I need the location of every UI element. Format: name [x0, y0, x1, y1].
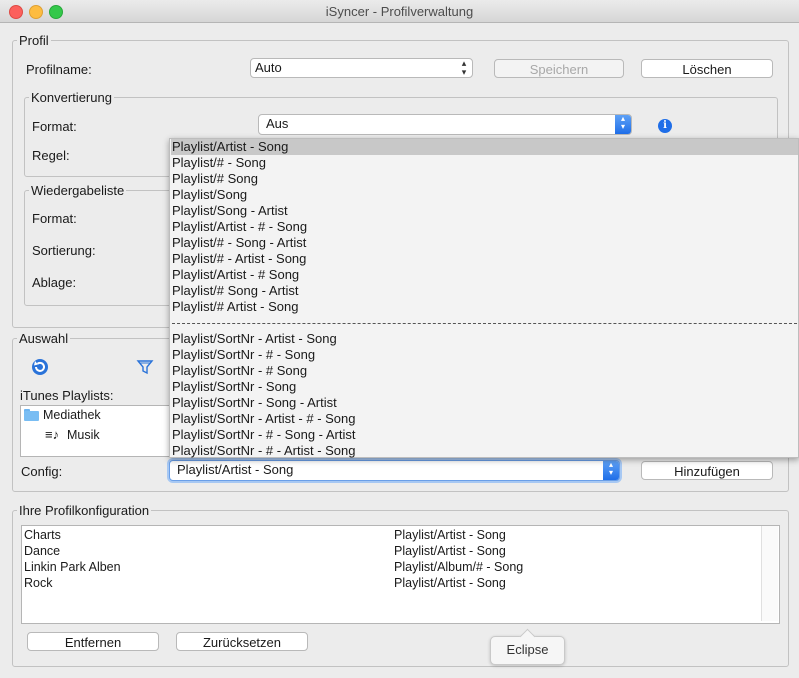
table-scrollbar[interactable] [761, 526, 778, 621]
updown-arrows-icon: ▴ ▾ [461, 58, 467, 77]
dropdown-option[interactable]: Playlist/# Artist - Song [171, 299, 798, 315]
playlist-format-label: Format: [32, 211, 77, 226]
info-icon[interactable]: i [658, 119, 672, 133]
dropdown-option[interactable]: Playlist/# - Song - Artist [171, 235, 798, 251]
dropdown-option[interactable]: Playlist/SortNr - Artist - # - Song [171, 411, 798, 427]
table-row-config[interactable]: Playlist/Artist - Song [394, 543, 506, 559]
dropdown-option[interactable]: Playlist/SortNr - # - Artist - Song [171, 443, 798, 459]
table-row-config[interactable]: Playlist/Artist - Song [394, 527, 506, 543]
conversion-format-combo[interactable]: Aus ▴ ▾ [258, 114, 632, 135]
profile-name-label: Profilname: [26, 62, 92, 77]
config-value: Playlist/Artist - Song [177, 462, 294, 477]
add-button[interactable]: Hinzufügen [641, 461, 773, 480]
profile-name-combo[interactable]: Auto ▴ ▾ [250, 58, 473, 78]
config-dropdown-popup[interactable]: Playlist/Artist - Song Playlist/# - Song… [169, 138, 799, 458]
folder-icon [24, 409, 39, 421]
dropdown-option[interactable]: Playlist/SortNr - # - Song - Artist [171, 427, 798, 443]
reset-button[interactable]: Zurücksetzen [176, 632, 308, 651]
table-row-name[interactable]: Linkin Park Alben [24, 559, 121, 575]
profile-name-value: Auto [255, 60, 282, 75]
dropdown-option[interactable]: Playlist/# - Artist - Song [171, 251, 798, 267]
storage-label: Ablage: [32, 275, 77, 290]
table-row-name[interactable]: Rock [24, 575, 52, 591]
auswahl-legend: Auswahl [17, 331, 71, 346]
tree-item-mediathek[interactable]: Mediathek [43, 408, 101, 422]
config-combo[interactable]: Playlist/Artist - Song ▴ ▾ [169, 460, 620, 481]
dropdown-option[interactable]: Playlist/Artist - Song [171, 139, 798, 155]
tooltip-text: Eclipse [506, 642, 549, 657]
save-button[interactable]: Speichern [494, 59, 624, 78]
dropdown-option[interactable]: Playlist/SortNr - # Song [171, 363, 798, 379]
filter-icon[interactable] [136, 358, 154, 376]
profil-legend: Profil [17, 33, 51, 48]
dropdown-option[interactable]: Playlist/# Song [171, 171, 798, 187]
dropdown-separator [172, 323, 797, 324]
tree-item-musik[interactable]: Musik [67, 428, 100, 442]
updown-arrows-icon: ▴ ▾ [603, 461, 619, 480]
table-row-config[interactable]: Playlist/Album/# - Song [394, 559, 523, 575]
itunes-playlists-label: iTunes Playlists: [20, 388, 114, 403]
dropdown-option[interactable]: Playlist/SortNr - Song - Artist [171, 395, 798, 411]
konfiguration-legend: Ihre Profilkonfiguration [17, 503, 152, 518]
updown-arrows-icon: ▴ ▾ [615, 115, 631, 134]
tooltip: Eclipse [490, 636, 565, 665]
dropdown-option[interactable]: Playlist/# - Song [171, 155, 798, 171]
remove-button[interactable]: Entfernen [27, 632, 159, 651]
conversion-format-label: Format: [32, 119, 77, 134]
delete-button[interactable]: Löschen [641, 59, 773, 78]
dropdown-option[interactable]: Playlist/Artist - # Song [171, 267, 798, 283]
config-label: Config: [21, 464, 63, 479]
dropdown-option[interactable]: Playlist/Song [171, 187, 798, 203]
dropdown-option[interactable]: Playlist/SortNr - Artist - Song [171, 331, 798, 347]
wiedergabeliste-legend: Wiedergabeliste [29, 183, 127, 198]
refresh-icon[interactable] [31, 358, 49, 376]
sort-label: Sortierung: [32, 243, 96, 258]
table-row-name[interactable]: Dance [24, 543, 60, 559]
dropdown-option[interactable]: Playlist/Artist - # - Song [171, 219, 798, 235]
table-row-config[interactable]: Playlist/Artist - Song [394, 575, 506, 591]
rule-label: Regel: [32, 148, 70, 163]
table-row-name[interactable]: Charts [24, 527, 61, 543]
dropdown-option[interactable]: Playlist/SortNr - Song [171, 379, 798, 395]
dropdown-option[interactable]: Playlist/SortNr - # - Song [171, 347, 798, 363]
konvertierung-legend: Konvertierung [29, 90, 114, 105]
conversion-format-value: Aus [266, 116, 289, 131]
window-title: iSyncer - Profilverwaltung [325, 4, 474, 19]
dropdown-option[interactable]: Playlist/Song - Artist [171, 203, 798, 219]
dropdown-option[interactable]: Playlist/# Song - Artist [171, 283, 798, 299]
music-playlist-icon: ≡♪ [45, 427, 60, 442]
